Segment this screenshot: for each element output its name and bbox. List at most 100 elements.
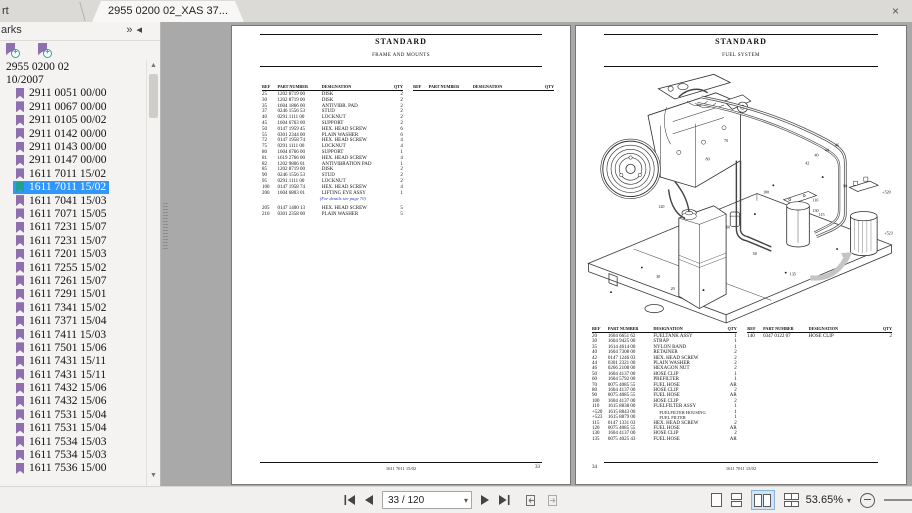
- panel-expand-icon[interactable]: »: [126, 24, 136, 36]
- continuous-facing-layout-icon[interactable]: [784, 493, 797, 507]
- diagram-callout: 70: [724, 138, 728, 143]
- bookmarks-panel: arks »◂ + + 2955 0200 0210/20072911 0051…: [0, 22, 161, 486]
- spare-filter-cartridge: [849, 177, 878, 256]
- bookmark-item[interactable]: 1611 7011 15/02: [0, 167, 146, 180]
- bookmark-item[interactable]: 2911 0147 00/00: [0, 154, 146, 167]
- page-number-field[interactable]: 33 / 120 ▾: [382, 491, 472, 509]
- bookmark-icon: [16, 383, 24, 394]
- tab-active[interactable]: 2955 0200 02_XAS 37...: [92, 1, 244, 22]
- panel-collapse-icon[interactable]: ◂: [136, 24, 146, 36]
- bookmark-item[interactable]: 1611 7371 15/04: [0, 314, 146, 327]
- next-view-button[interactable]: [546, 494, 560, 507]
- bookmark-item[interactable]: 1611 7041 15/03: [0, 194, 146, 207]
- bookmark-item[interactable]: 2911 0051 00/00: [0, 87, 146, 100]
- pdf-page-33: STANDARD FRAME AND MOUNTS REF PART NUMBE…: [231, 25, 571, 485]
- bookmark-item[interactable]: 1611 7432 15/06: [0, 395, 146, 408]
- right-table-rows-1: 201604 6651 62FUELTANK ASSY1301604 9425 …: [592, 334, 737, 442]
- bookmark-item[interactable]: 10/2007: [0, 73, 146, 86]
- add-child-bookmark-button[interactable]: +: [38, 43, 50, 57]
- tab-background[interactable]: rt: [0, 0, 9, 22]
- bookmark-icon: [16, 289, 24, 300]
- bookmark-item[interactable]: 2955 0200 02: [0, 60, 146, 73]
- zoom-level-value[interactable]: 53.65%: [806, 494, 843, 506]
- bookmark-item[interactable]: 1611 7411 15/03: [0, 328, 146, 341]
- bookmark-item[interactable]: 1611 7201 15/03: [0, 247, 146, 260]
- continuous-layout-icon[interactable]: [731, 493, 742, 507]
- bookmark-item[interactable]: 1611 7255 15/02: [0, 261, 146, 274]
- bookmark-icon: [16, 88, 24, 99]
- bookmark-icon: [16, 182, 24, 193]
- bookmark-item[interactable]: 2911 0142 00/00: [0, 127, 146, 140]
- bookmark-item[interactable]: 1611 7432 15/06: [0, 381, 146, 394]
- page-number: 33: [535, 465, 540, 470]
- zoom-slider[interactable]: [884, 499, 912, 501]
- bookmark-item[interactable]: 1611 7534 15/03: [0, 448, 146, 461]
- divider: [260, 34, 542, 35]
- bookmark-icon: [16, 329, 24, 340]
- bookmark-icon: [16, 168, 24, 179]
- bookmark-icon: [16, 302, 24, 313]
- bookmarks-toolbar: + +: [6, 43, 50, 59]
- divider: [604, 462, 878, 463]
- bookmark-item[interactable]: 1611 7231 15/07: [0, 221, 146, 234]
- bookmark-item[interactable]: 1611 7531 15/04: [0, 422, 146, 435]
- tab-close-icon[interactable]: ×: [892, 1, 899, 21]
- page-number-value: 33 / 120: [383, 495, 464, 506]
- prefilter: [730, 212, 739, 226]
- bookmark-icon: [16, 235, 24, 246]
- scrollbar-thumb[interactable]: [149, 74, 158, 118]
- bookmark-item[interactable]: 1611 7011 15/02: [0, 181, 146, 194]
- plus-badge-icon: +: [11, 49, 20, 58]
- parts-row: 1350075 4025 43FUEL HOSEAR: [592, 437, 737, 442]
- chevron-down-icon[interactable]: ▾: [847, 496, 851, 505]
- bookmark-icon: [16, 101, 24, 112]
- sidebar-scrollbar[interactable]: ▲ ▼: [146, 60, 160, 486]
- bookmark-item[interactable]: 1611 7291 15/01: [0, 288, 146, 301]
- bookmark-item[interactable]: 1611 7536 15/00: [0, 462, 146, 475]
- table-header: REF PART NUMBER DESIGNATION QTY: [592, 326, 737, 333]
- next-page-button[interactable]: [480, 495, 490, 505]
- bookmark-item[interactable]: 1611 7534 15/03: [0, 435, 146, 448]
- panel-resize-grip[interactable]: [163, 203, 168, 249]
- chevron-down-icon[interactable]: ▾: [464, 496, 471, 505]
- table-header: REF PART NUMBER DESIGNATION QTY: [747, 326, 892, 333]
- diagram-callout: 40: [814, 153, 818, 158]
- bookmark-item[interactable]: 1611 7431 15/11: [0, 368, 146, 381]
- bookmark-item[interactable]: 1611 7261 15/07: [0, 274, 146, 287]
- bookmark-item[interactable]: 1611 7431 15/11: [0, 355, 146, 368]
- bookmark-item[interactable]: 2911 0143 00/00: [0, 140, 146, 153]
- bookmark-icon: [16, 142, 24, 153]
- previous-view-button[interactable]: [524, 494, 538, 507]
- previous-page-button[interactable]: [364, 495, 374, 505]
- diagram-callout: 20: [671, 286, 675, 291]
- diagram-callout: +520: [882, 190, 890, 195]
- scroll-up-icon[interactable]: ▲: [147, 60, 160, 72]
- bookmark-item[interactable]: 1611 7231 15/07: [0, 234, 146, 247]
- first-page-button[interactable]: [344, 495, 356, 505]
- flywheel: [601, 139, 661, 199]
- pointer-arrow: [810, 252, 852, 278]
- zoom-controls: 53.65% ▾: [711, 490, 912, 510]
- bookmark-item[interactable]: 1611 7501 15/06: [0, 341, 146, 354]
- divider: [260, 462, 542, 463]
- bookmark-icon: [16, 356, 24, 367]
- bookmark-item[interactable]: 1611 7071 15/05: [0, 207, 146, 220]
- bookmark-icon: [16, 275, 24, 286]
- bookmark-item[interactable]: 2911 0067 00/00: [0, 100, 146, 113]
- engine: [648, 74, 751, 187]
- divider: [604, 34, 878, 35]
- tab-divider: [79, 2, 85, 21]
- add-bookmark-button[interactable]: +: [6, 43, 18, 57]
- zoom-out-icon[interactable]: [860, 493, 875, 508]
- tab-bar: rt 2955 0200 02_XAS 37... ×: [0, 0, 912, 23]
- parts-row: 1400347 0122 07HOSE CLIP2: [747, 334, 892, 339]
- facing-layout-icon[interactable]: [751, 490, 775, 510]
- page-title: STANDARD: [232, 37, 570, 46]
- bookmark-item[interactable]: 1611 7531 15/04: [0, 408, 146, 421]
- bookmark-item[interactable]: 2911 0105 00/02: [0, 114, 146, 127]
- bookmark-item[interactable]: 1611 7341 15/02: [0, 301, 146, 314]
- status-bar: 33 / 120 ▾ 53.65% ▾: [0, 486, 912, 513]
- single-page-layout-icon[interactable]: [711, 493, 722, 507]
- last-page-button[interactable]: [498, 495, 510, 505]
- scroll-down-icon[interactable]: ▼: [147, 470, 160, 482]
